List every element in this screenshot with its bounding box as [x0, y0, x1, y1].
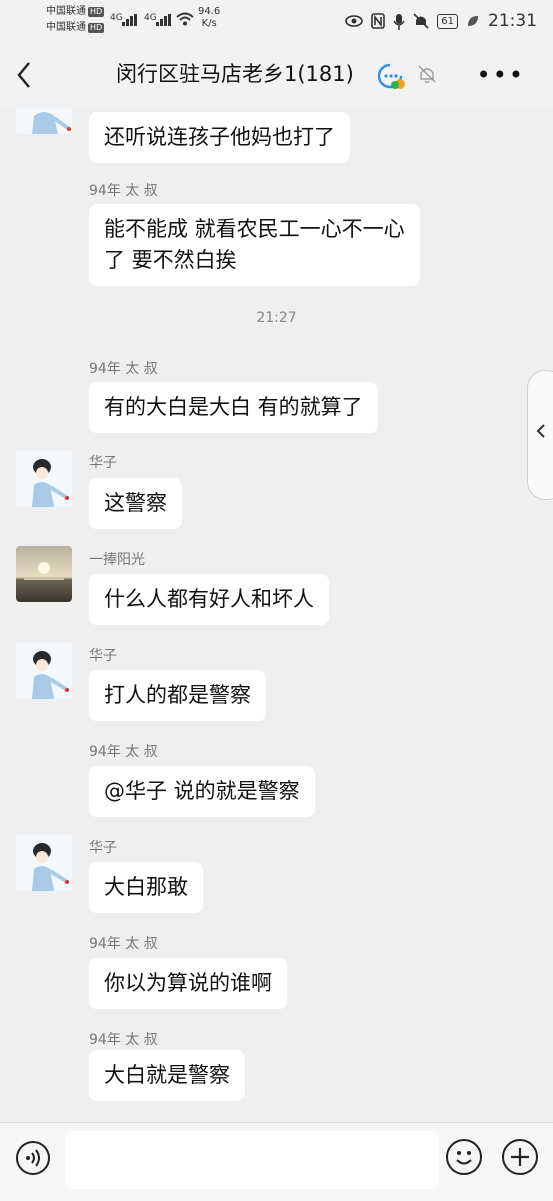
sender-name: 94年 太 叔 — [89, 361, 158, 377]
net-speed: 94.6 K/s — [198, 6, 221, 29]
message-bubble[interactable]: @华子 说的就是警察 — [89, 766, 315, 817]
signal-icon — [156, 14, 172, 26]
sender-name: 94年 太 叔 — [89, 183, 158, 199]
avatar[interactable] — [16, 546, 72, 602]
avatar[interactable] — [16, 643, 72, 699]
message-bubble[interactable]: 大白那敢 — [89, 862, 203, 913]
message-bubble[interactable]: 有的大白是大白 有的就算了 — [89, 382, 378, 433]
message-bubble[interactable]: 什么人都有好人和坏人 — [89, 574, 329, 625]
emoji-icon — [456, 1151, 472, 1165]
group-badge-icon[interactable] — [376, 62, 406, 90]
status-right: 61 21:31 — [345, 11, 537, 31]
emoji-button[interactable] — [446, 1139, 482, 1175]
status-bar: 中国联通 HD 中国联通 HD 4G 4G 94.6 K/s 61 21:31 — [0, 0, 553, 42]
message-input[interactable] — [66, 1131, 438, 1189]
message-bubble[interactable]: 还听说连孩子他妈也打了 — [89, 112, 350, 163]
sender-name: 94年 太 叔 — [89, 1032, 158, 1048]
sender-name: 94年 太 叔 — [89, 936, 158, 952]
mute-icon — [413, 13, 429, 29]
network-type-1: 4G — [110, 13, 123, 23]
chat-header: 闵行区驻马店老乡1(181) ••• — [0, 42, 553, 108]
message-bubble[interactable]: 打人的都是警察 — [89, 670, 266, 721]
plus-button[interactable] — [502, 1139, 538, 1175]
chevron-left-icon — [536, 423, 546, 443]
avatar[interactable] — [16, 451, 72, 507]
sender-name: 华子 — [89, 648, 117, 664]
sender-name: 华子 — [89, 840, 117, 856]
sender-name: 94年 太 叔 — [89, 744, 158, 760]
more-button[interactable]: ••• — [477, 63, 525, 87]
message-bubble[interactable]: 你以为算说的谁啊 — [89, 958, 287, 1009]
input-bar — [0, 1122, 553, 1201]
message-bubble[interactable]: 这警察 — [89, 478, 182, 529]
clock: 21:31 — [488, 11, 537, 31]
battery-icon: 61 — [437, 13, 458, 29]
message-list[interactable]: 还听说连孩子他妈也打了 94年 太 叔 能不能成 就看农民工一心不一心 了 要不… — [0, 108, 553, 1122]
mic-icon — [393, 13, 405, 30]
message-bubble[interactable]: 大白就是警察 — [89, 1050, 245, 1101]
leaf-icon — [468, 16, 478, 26]
network-type-2: 4G — [144, 13, 157, 23]
nfc-icon — [371, 13, 386, 29]
voice-button[interactable] — [16, 1141, 50, 1175]
avatar[interactable] — [16, 835, 72, 891]
sender-name: 华子 — [89, 455, 117, 471]
carrier-2: 中国联通 HD — [46, 22, 105, 33]
side-panel-handle[interactable] — [527, 370, 553, 500]
plus-icon — [511, 1148, 529, 1166]
voice-icon — [26, 1149, 40, 1167]
timestamp: 21:27 — [256, 310, 297, 326]
eye-icon — [345, 15, 364, 27]
back-arrow-icon[interactable] — [16, 61, 32, 89]
carrier-1: 中国联通 HD — [46, 6, 105, 17]
chat-title: 闵行区驻马店老乡1(181) — [116, 62, 354, 86]
wifi-icon — [176, 12, 194, 26]
mute-bell-icon — [418, 65, 436, 84]
signal-icon — [122, 14, 138, 26]
avatar[interactable] — [16, 108, 72, 134]
message-bubble[interactable]: 能不能成 就看农民工一心不一心 了 要不然白挨 — [89, 204, 420, 286]
sender-name: 一捧阳光 — [89, 552, 145, 568]
